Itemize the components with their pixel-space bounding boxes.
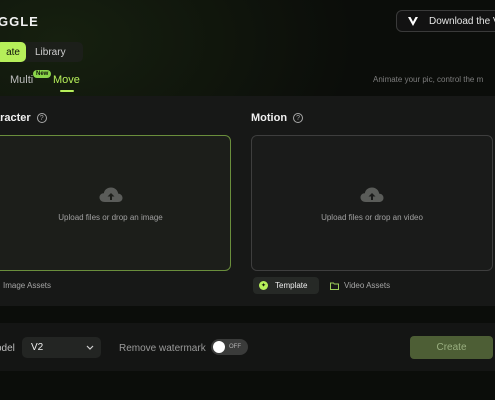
cloud-upload-icon bbox=[360, 187, 384, 202]
new-badge: New bbox=[33, 70, 52, 78]
active-tab-indicator bbox=[60, 90, 74, 92]
image-assets-link[interactable]: Image Assets bbox=[3, 281, 51, 290]
motion-title: Motion bbox=[251, 112, 288, 124]
create-button[interactable]: Create bbox=[410, 336, 493, 359]
video-upload-dropzone[interactable]: Upload files or drop an video bbox=[251, 135, 493, 271]
subtab-multi[interactable]: Multi bbox=[10, 74, 33, 86]
folder-icon bbox=[330, 282, 339, 290]
download-label: Download the Vi bbox=[429, 15, 495, 27]
video-assets-label: Video Assets bbox=[344, 281, 391, 290]
character-title: aracter bbox=[0, 112, 31, 124]
download-app-button[interactable]: Download the Vi bbox=[396, 10, 495, 32]
image-upload-text: Upload files or drop an image bbox=[58, 212, 163, 222]
template-icon: ✦ bbox=[259, 281, 268, 290]
chevron-down-icon bbox=[86, 345, 94, 350]
help-icon[interactable]: ? bbox=[293, 113, 304, 123]
template-label: Template bbox=[275, 281, 308, 290]
help-icon[interactable]: ? bbox=[36, 113, 47, 123]
model-value: V2 bbox=[31, 342, 44, 353]
subtab-move[interactable]: Move bbox=[53, 74, 80, 86]
image-assets-label: Image Assets bbox=[3, 281, 52, 290]
tab-create[interactable]: ate bbox=[0, 42, 26, 62]
remove-watermark-toggle[interactable]: OFF bbox=[211, 339, 248, 355]
v-logo-icon bbox=[407, 15, 419, 27]
model-label: odel bbox=[0, 343, 15, 354]
image-upload-dropzone[interactable]: Upload files or drop an image bbox=[0, 135, 231, 271]
mode-switch: ate Library bbox=[0, 42, 83, 62]
toggle-state-text: OFF bbox=[229, 344, 241, 350]
template-button[interactable]: ✦ Template bbox=[253, 277, 319, 294]
video-upload-text: Upload files or drop an video bbox=[321, 212, 423, 222]
cloud-upload-icon bbox=[99, 187, 122, 202]
page-subtitle: Animate your pic, control the m bbox=[373, 75, 484, 84]
character-section-title: aracter ? bbox=[0, 112, 47, 124]
remove-watermark-label: Remove watermark bbox=[119, 343, 206, 354]
motion-section-title: Motion ? bbox=[251, 112, 304, 124]
video-assets-link[interactable]: Video Assets bbox=[330, 281, 390, 290]
model-select[interactable]: V2 bbox=[22, 337, 101, 358]
app-logo: GGLE bbox=[0, 14, 39, 29]
tab-library[interactable]: Library bbox=[26, 42, 66, 62]
toggle-knob bbox=[213, 341, 225, 353]
